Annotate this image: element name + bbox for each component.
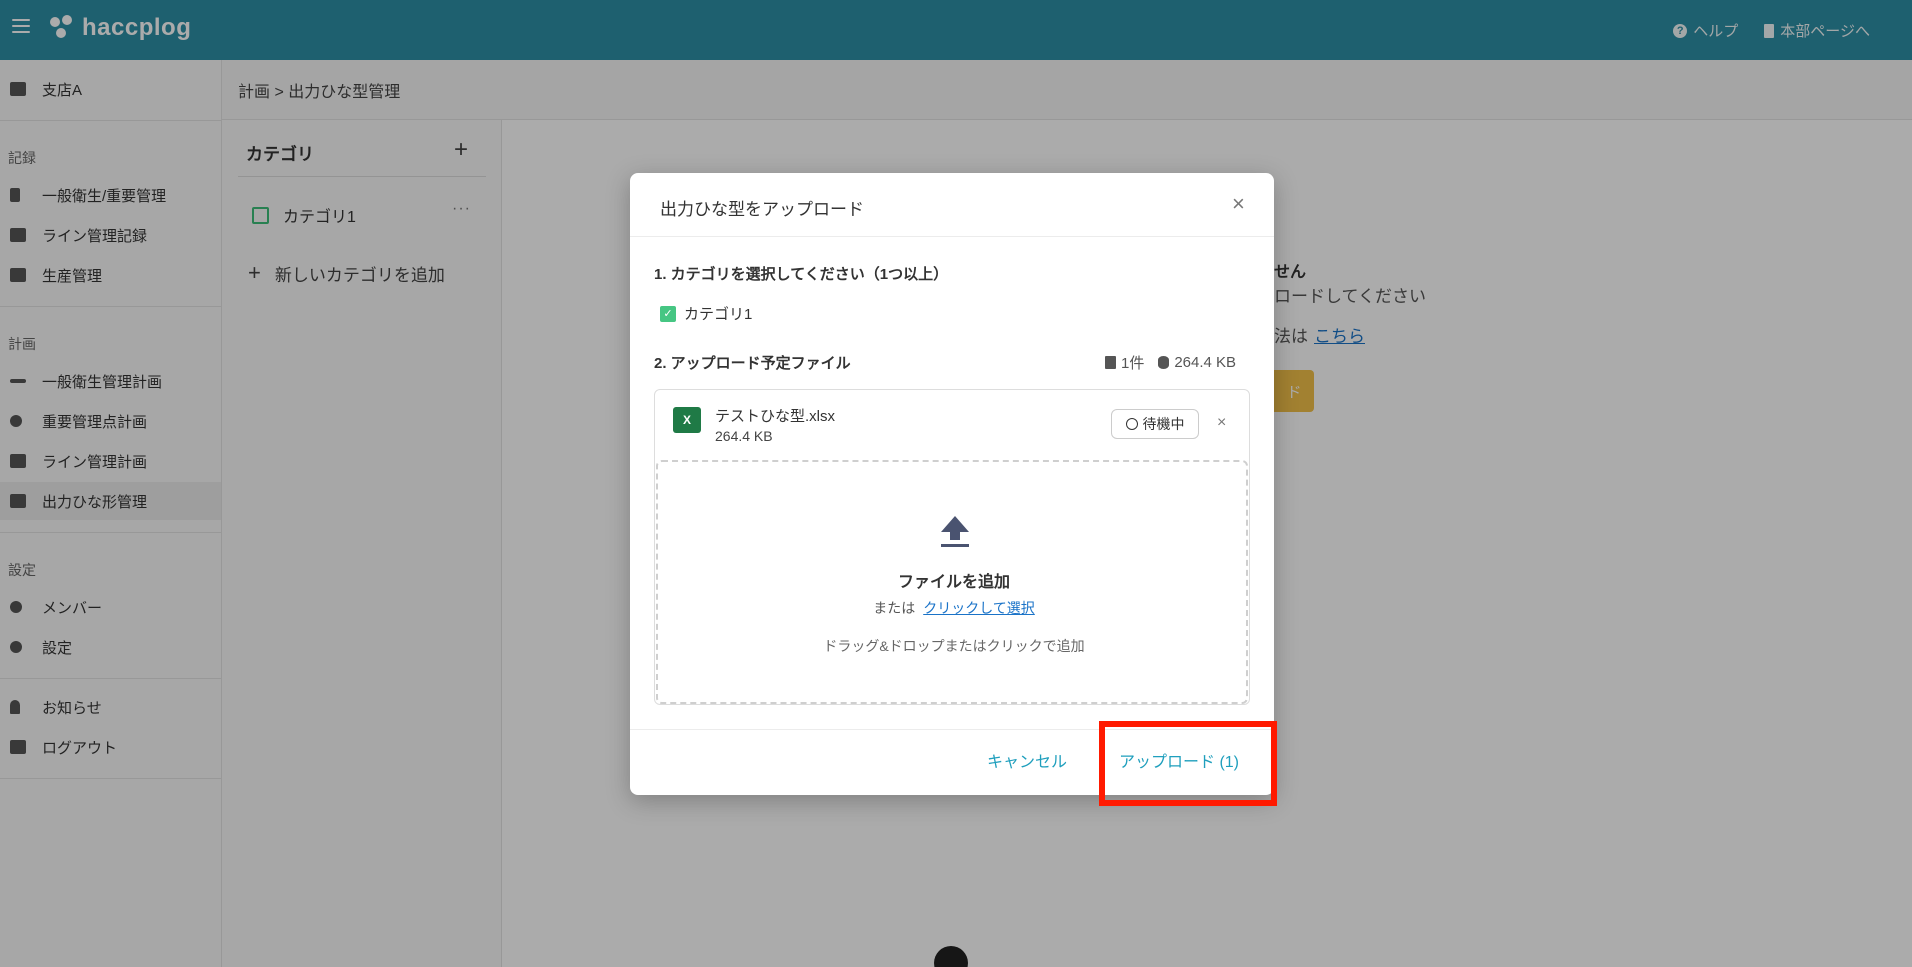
checkbox-checked-icon[interactable]: ✓	[660, 305, 676, 322]
close-icon[interactable]: ×	[1232, 191, 1245, 217]
upload-icon	[941, 516, 969, 547]
excel-icon: X	[673, 407, 701, 433]
file-count-label: 1件	[1121, 355, 1145, 372]
remove-file-icon[interactable]: ×	[1217, 414, 1226, 432]
dropzone-hint: ドラッグ&ドロップまたはクリックで追加	[823, 638, 1085, 654]
file-dropzone[interactable]: ファイルを追加 または クリックして選択 ドラッグ&ドロップまたはクリックで追加	[656, 460, 1248, 704]
category-option-label: カテゴリ1	[684, 306, 753, 323]
excel-icon-letter: X	[682, 413, 691, 427]
category-option[interactable]: ✓ カテゴリ1	[660, 303, 752, 324]
file-icon	[1105, 356, 1116, 369]
upload-summary: 1件 264.4 KB	[1105, 352, 1236, 373]
clock-icon	[1125, 418, 1138, 430]
dropzone-or: または クリックして選択	[658, 598, 1250, 618]
divider	[630, 236, 1274, 237]
total-size: 264.4 KB	[1158, 354, 1236, 371]
upload-modal: 出力ひな型をアップロード × 1. カテゴリを選択してください（1つ以上） ✓ …	[630, 173, 1274, 795]
or-label: または	[873, 600, 916, 616]
file-count: 1件	[1105, 352, 1144, 373]
database-icon	[1158, 356, 1170, 369]
step1-label: 1. カテゴリを選択してください（1つ以上）	[654, 266, 949, 283]
file-item: X テストひな型.xlsx 264.4 KB 待機中 ×	[655, 390, 1249, 460]
step2-label: 2. アップロード予定ファイル	[654, 355, 851, 372]
modal-title: 出力ひな型をアップロード	[660, 200, 864, 219]
file-name: テストひな型.xlsx	[715, 408, 836, 425]
file-size: 264.4 KB	[715, 428, 773, 444]
select-file-link[interactable]: クリックして選択	[923, 600, 1035, 616]
file-list: X テストひな型.xlsx 264.4 KB 待機中 × ファイルを追加 または…	[654, 389, 1250, 705]
cancel-button[interactable]: キャンセル	[987, 748, 1067, 772]
highlight-box	[1099, 721, 1277, 806]
status-badge: 待機中	[1111, 409, 1199, 439]
status-label: 待機中	[1142, 416, 1185, 432]
total-size-label: 264.4 KB	[1174, 354, 1237, 371]
dropzone-title: ファイルを追加	[897, 574, 1010, 591]
